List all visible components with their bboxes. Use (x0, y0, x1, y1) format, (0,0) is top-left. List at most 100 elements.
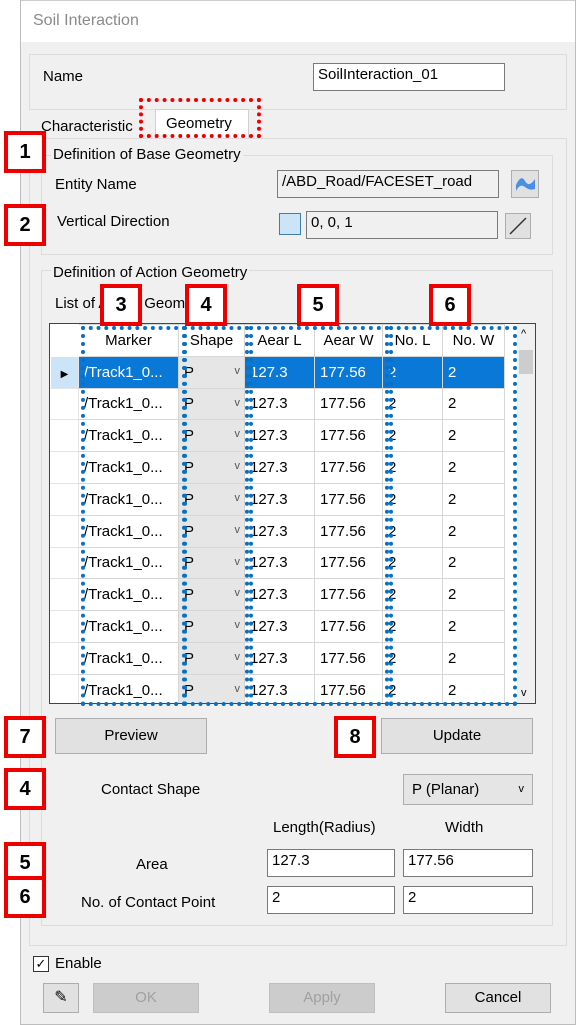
cell-no-w[interactable]: 2 (442, 482, 505, 516)
row-header[interactable] (50, 387, 79, 421)
tab-geometry[interactable]: Geometry (155, 109, 249, 139)
chevron-down-icon[interactable]: v (235, 587, 241, 599)
cell-aear-l[interactable]: 127.3 (244, 451, 315, 484)
cell-aear-w[interactable]: 177.56 (314, 641, 383, 675)
cell-no-l[interactable]: 2 (382, 419, 443, 453)
cell-aear-w[interactable]: 177.56 (314, 355, 383, 389)
cell-shape[interactable]: Pv (178, 641, 245, 675)
cell-marker[interactable]: /Track1_0... (78, 419, 179, 453)
chevron-down-icon[interactable]: v (235, 397, 241, 409)
cell-aear-w[interactable]: 177.56 (314, 610, 383, 643)
cell-no-w[interactable]: 2 (442, 673, 505, 703)
chevron-down-icon[interactable]: v (235, 460, 241, 472)
row-header[interactable] (50, 673, 79, 703)
cell-aear-w[interactable]: 177.56 (314, 546, 383, 580)
vector-button[interactable] (505, 213, 531, 239)
row-header[interactable] (50, 451, 79, 484)
cell-marker[interactable]: /Track1_0... (78, 482, 179, 516)
cell-shape[interactable]: Pv (178, 419, 245, 453)
table-row[interactable]: /Track1_0... Pv 127.3 177.56 2 2 (50, 419, 505, 453)
cell-shape[interactable]: Pv (178, 610, 245, 643)
chevron-down-icon[interactable]: v (235, 492, 241, 504)
cell-no-l[interactable]: 2 (382, 546, 443, 580)
cell-aear-l[interactable]: 127.3 (244, 578, 315, 612)
cell-aear-l[interactable]: 127.3 (244, 482, 315, 516)
cell-shape[interactable]: Pv (178, 578, 245, 612)
contact-point-width-input[interactable]: 2 (403, 886, 533, 914)
chevron-down-icon[interactable]: v (235, 524, 241, 536)
cell-aear-w[interactable]: 177.56 (314, 451, 383, 484)
column-header[interactable]: Aear W (314, 324, 383, 357)
column-header[interactable]: No. W (442, 324, 505, 357)
cell-aear-l[interactable]: 127.3 (244, 641, 315, 675)
cell-shape[interactable]: Pv (178, 451, 245, 484)
chevron-down-icon[interactable]: v (235, 365, 241, 377)
row-header[interactable] (50, 419, 79, 453)
table-row[interactable]: /Track1_0... Pv 127.3 177.56 2 2 (50, 482, 505, 516)
cell-no-w[interactable]: 2 (442, 419, 505, 453)
contact-shape-select[interactable]: P (Planar) v (403, 774, 533, 805)
row-header[interactable] (50, 546, 79, 580)
chevron-down-icon[interactable]: v (235, 556, 241, 568)
cell-no-w[interactable]: 2 (442, 546, 505, 580)
column-header[interactable]: Aear L (244, 324, 315, 357)
cell-aear-w[interactable]: 177.56 (314, 482, 383, 516)
column-header[interactable]: Shape (178, 324, 245, 357)
cell-marker[interactable]: /Track1_0... (78, 641, 179, 675)
table-row[interactable]: /Track1_0... Pv 127.3 177.56 2 2 (50, 610, 505, 643)
action-geometry-table[interactable]: Marker Shape Aear L Aear W No. L No. W ▶ /Trac… (49, 323, 536, 704)
cell-no-w[interactable]: 2 (442, 355, 505, 389)
cell-shape[interactable]: Pv (178, 387, 245, 421)
chevron-down-icon[interactable]: v (235, 683, 241, 695)
table-row[interactable]: ▶ /Track1_0... Pv 127.3 177.56 2 2 (50, 355, 505, 389)
cell-marker[interactable]: /Track1_0... (78, 387, 179, 421)
contact-point-length-input[interactable]: 2 (267, 886, 395, 914)
cell-marker[interactable]: /Track1_0... (78, 610, 179, 643)
cell-no-l[interactable]: 2 (382, 673, 443, 703)
cell-aear-w[interactable]: 177.56 (314, 578, 383, 612)
cell-marker[interactable]: /Track1_0... (78, 546, 179, 580)
table-row[interactable]: /Track1_0... Pv 127.3 177.56 2 2 (50, 641, 505, 675)
cell-shape[interactable]: Pv (178, 355, 245, 389)
scroll-down-icon[interactable]: v (521, 687, 527, 699)
scroll-thumb[interactable] (519, 350, 533, 374)
cell-shape[interactable]: Pv (178, 482, 245, 516)
table-row[interactable]: /Track1_0... Pv 127.3 177.56 2 2 (50, 546, 505, 580)
cell-aear-w[interactable]: 177.56 (314, 419, 383, 453)
area-width-input[interactable]: 177.56 (403, 849, 533, 877)
cell-no-l[interactable]: 2 (382, 610, 443, 643)
cell-no-l[interactable]: 2 (382, 482, 443, 516)
cell-aear-l[interactable]: 127.3 (244, 514, 315, 548)
table-scrollbar[interactable]: ^ v (517, 324, 535, 703)
tab-characteristic[interactable]: Characteristic (41, 118, 133, 135)
cell-marker[interactable]: /Track1_0... (78, 673, 179, 703)
entity-name-input[interactable]: /ABD_Road/FACESET_road (277, 170, 499, 198)
chevron-down-icon[interactable]: v (235, 428, 241, 440)
cell-no-l[interactable]: 2 (382, 641, 443, 675)
vertical-direction-input[interactable]: 0, 0, 1 (306, 211, 498, 239)
cell-marker[interactable]: /Track1_0... (78, 514, 179, 548)
cell-no-w[interactable]: 2 (442, 514, 505, 548)
row-header[interactable] (50, 641, 79, 675)
cell-no-l[interactable]: 2 (382, 355, 443, 389)
cell-aear-l[interactable]: 127.3 (244, 610, 315, 643)
cell-shape[interactable]: Pv (178, 546, 245, 580)
cell-no-w[interactable]: 2 (442, 451, 505, 484)
cell-marker[interactable]: /Track1_0... (78, 578, 179, 612)
column-header[interactable]: Marker (78, 324, 179, 357)
update-button[interactable]: Update (381, 718, 533, 754)
cell-no-w[interactable]: 2 (442, 387, 505, 421)
cell-no-w[interactable]: 2 (442, 641, 505, 675)
table-row[interactable]: /Track1_0... Pv 127.3 177.56 2 2 (50, 451, 505, 484)
cell-shape[interactable]: Pv (178, 514, 245, 548)
help-button[interactable]: ✎ (43, 983, 79, 1013)
row-header[interactable] (50, 514, 79, 548)
cell-marker[interactable]: /Track1_0... (78, 451, 179, 484)
vertical-direction-toggle[interactable] (279, 213, 301, 235)
cancel-button[interactable]: Cancel (445, 983, 551, 1013)
cell-no-l[interactable]: 2 (382, 514, 443, 548)
cell-aear-w[interactable]: 177.56 (314, 673, 383, 703)
cell-shape[interactable]: Pv (178, 673, 245, 703)
area-length-input[interactable]: 127.3 (267, 849, 395, 877)
cell-no-l[interactable]: 2 (382, 387, 443, 421)
